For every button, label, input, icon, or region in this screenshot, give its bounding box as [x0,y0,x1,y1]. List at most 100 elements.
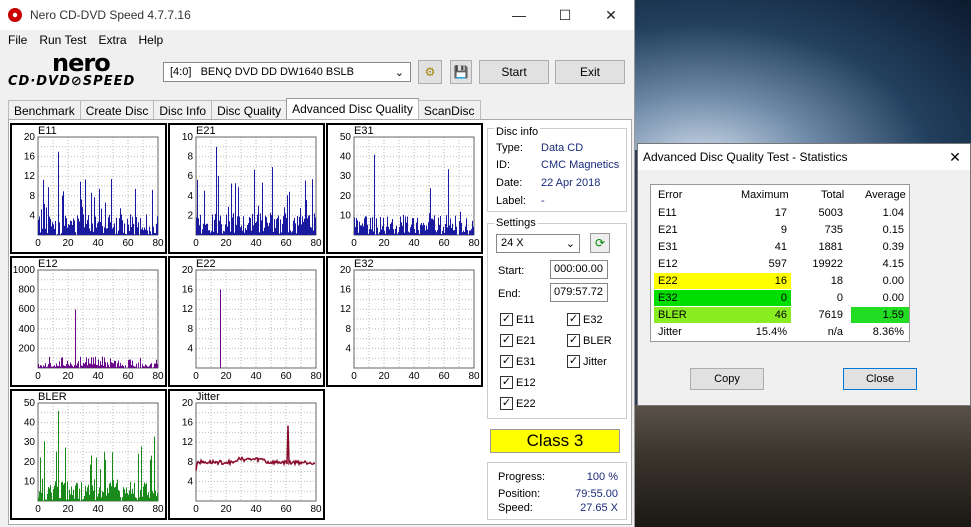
close-icon[interactable]: ✕ [940,149,970,166]
copy-button[interactable]: Copy [690,368,764,390]
x-tick-label: 0 [193,371,199,382]
tab-scandisc[interactable]: ScanDisc [417,100,481,120]
chart-bar [254,169,255,235]
minimize-icon[interactable]: — [496,0,542,30]
chart-bar [80,181,81,235]
x-tick-label: 80 [468,371,480,382]
chart-bar [69,489,70,501]
tab-disc-info[interactable]: Disc Info [153,100,213,120]
chart-bar [80,356,81,368]
chart-bar [53,488,54,501]
chart-bar [64,365,65,368]
tab-advanced-disc-quality[interactable]: Advanced Disc Quality [286,98,419,120]
chart-bar [125,365,126,368]
chart-bar [128,224,129,235]
chart-bar [39,216,40,235]
exit-button[interactable]: Exit [555,60,625,84]
y-tick-label: 10 [182,132,194,143]
header-error: Error [658,189,683,201]
chart-bar [472,220,473,235]
chart-bar [153,493,154,501]
chart-bar [406,222,407,235]
cell-error: BLER [658,309,687,321]
start-field[interactable]: 000:00.00 [550,260,608,279]
chart-bar [440,216,441,235]
menu-help[interactable]: Help [133,33,170,47]
x-tick-label: 60 [122,238,134,249]
check-e21[interactable]: ✓ E21 [500,334,536,347]
checkbox-icon: ✓ [500,334,513,347]
chart-bar [136,217,137,235]
chart-bar [102,356,103,368]
eject-button[interactable]: ⚙ [418,60,442,84]
menu-run-test[interactable]: Run Test [33,33,92,47]
chart-bar [293,220,294,235]
check-bler[interactable]: ✓ BLER [567,334,612,347]
chart-bar [278,215,279,235]
chart-bar [38,219,39,235]
check-e31[interactable]: ✓ E31 [500,355,536,368]
chart-e11: 4 8 12 16 20 0 20 40 60 80 E11 [10,123,167,254]
chart-bar [97,496,98,501]
chart-bar [64,483,65,501]
chart-title: E12 [38,258,58,270]
tab-benchmark[interactable]: Benchmark [8,100,81,120]
drive-select[interactable]: [4:0] BENQ DVD DD DW1640 BSLB ⌄ [163,62,411,82]
chart-bar [436,232,437,235]
cell-total: 735 [824,224,843,236]
close-button[interactable]: Close [843,368,917,390]
chart-bar [59,361,60,368]
check-e32[interactable]: ✓ E32 [567,313,603,326]
maximize-icon[interactable]: ☐ [542,0,588,30]
chart-bar [46,367,47,368]
chart-bar [410,227,411,235]
chart-bar [212,214,213,235]
chart-bar [91,192,92,235]
chart-bar [259,232,260,235]
menu-file[interactable]: File [2,33,33,47]
check-e22[interactable]: ✓ E22 [500,397,536,410]
check-e12[interactable]: ✓ E12 [500,376,536,389]
chart-bar [51,226,52,235]
x-tick-label: 0 [35,238,41,249]
chart-bar [48,487,49,501]
refresh-icon[interactable]: ⟳ [590,233,610,253]
chart-bar [137,499,138,501]
chart-bar [260,213,261,235]
chart-bar [84,495,85,501]
chart-bar [470,230,471,235]
x-tick-label: 40 [408,371,420,382]
chart-bar [448,169,449,235]
close-icon[interactable]: ✕ [588,0,634,30]
chart-bar [224,231,225,235]
cell-average: 0.00 [882,292,904,304]
chart-bar [124,223,125,235]
x-tick-label: 20 [62,504,74,515]
chart-bar [368,233,369,235]
chart-bar [244,232,245,235]
chart-bar [249,216,250,235]
chart-bar [142,496,143,501]
chart-bar [129,359,130,368]
y-tick-label: 20 [24,132,36,143]
start-button[interactable]: Start [479,60,549,84]
save-button[interactable]: 💾 [450,60,472,84]
check-jitter[interactable]: ✓ Jitter [567,355,607,368]
chart-bar [96,457,97,501]
end-field[interactable]: 079:57.72 [550,283,608,302]
menu-extra[interactable]: Extra [92,33,132,47]
chart-bar [357,220,358,235]
speed-row: Speed: 27.65 X [498,502,618,514]
cell-error: E31 [658,241,678,253]
x-tick-label: 20 [220,371,232,382]
chart-bar [148,234,149,235]
chart-bar [240,227,241,235]
speed-select[interactable]: 24 X ⌄ [496,234,580,253]
chart-bar [117,479,118,501]
tab-create-disc[interactable]: Create Disc [79,100,155,120]
drive-value: [4:0] BENQ DVD DD DW1640 BSLB [170,66,355,78]
chart-bar [294,217,295,235]
tab-disc-quality[interactable]: Disc Quality [211,100,288,120]
x-tick-label: 40 [250,371,262,382]
check-e11[interactable]: ✓ E11 [500,313,535,326]
